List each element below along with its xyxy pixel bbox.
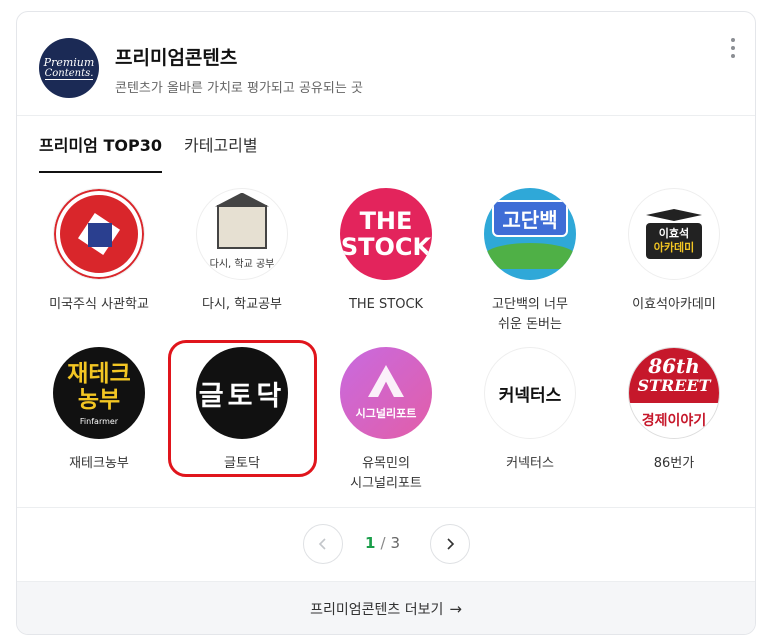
channel-thumbnail: 이효석 아카데미 (628, 188, 720, 280)
channel-thumbnail: 글토닥 (196, 347, 288, 439)
chevron-right-icon (447, 538, 455, 550)
thumbnail-text: Finfarmer (79, 416, 119, 426)
channel-thumbnail: 다시, 학교 공부 (196, 188, 288, 280)
thumbnail-text: 86th (648, 354, 700, 379)
current-page: 1 (365, 534, 376, 552)
logo-text-2: Contents. (44, 67, 94, 80)
page-subtitle: 콘텐츠가 올바른 가치로 평가되고 공유되는 곳 (115, 81, 363, 96)
channel-item[interactable]: THE STOCK THE STOCK (316, 188, 456, 315)
page-title[interactable]: 프리미엄콘텐츠 (115, 43, 237, 70)
total-pages: 3 (390, 534, 401, 552)
thumbnail-text: STOCK (340, 233, 432, 261)
card-header: Premium Contents. 프리미엄콘텐츠 콘텐츠가 올바른 가치로 평… (17, 12, 755, 115)
channel-name: 유목민의 시그널리포트 (350, 456, 422, 491)
channel-thumbnail: 고단백 (484, 188, 576, 280)
channel-item[interactable]: 다시, 학교 공부 다시, 학교공부 (172, 188, 312, 315)
logo-text-1: Premium (43, 55, 95, 69)
graduation-cap-icon (646, 209, 702, 221)
channel-thumbnail: 커넥터스 (484, 347, 576, 439)
channel-thumbnail: 86th STREET 경제이야기 (628, 347, 720, 439)
footer-label: 프리미엄콘텐츠 더보기 (310, 602, 444, 618)
premium-contents-logo[interactable]: Premium Contents. (39, 38, 99, 98)
channel-thumbnail (53, 188, 145, 280)
next-page-button[interactable] (430, 524, 470, 564)
page-separator: / (380, 534, 386, 552)
channel-item[interactable]: 이효석 아카데미 이효석아카데미 (604, 188, 744, 315)
channel-item-highlighted[interactable]: 글토닥 글토닥 (172, 347, 312, 474)
channel-thumbnail: 시그널리포트 (340, 347, 432, 439)
channel-name: 고단백의 너무 쉬운 돈버는 (492, 297, 568, 332)
thumbnail-text: 시그널리포트 (355, 407, 417, 420)
channel-item[interactable]: 고단백 고단백의 너무 쉬운 돈버는 (460, 188, 600, 335)
channel-name: 커넥터스 (506, 456, 554, 471)
thumbnail-text: 고단백 (492, 199, 568, 237)
channel-item[interactable]: 시그널리포트 유목민의 시그널리포트 (316, 347, 456, 494)
school-icon (217, 204, 267, 249)
channel-name: 이효석아카데미 (632, 297, 716, 312)
thumbnail-text: 이효석 (658, 227, 690, 240)
thumbnail-text: 아카데미 (653, 241, 695, 254)
thumbnail-text: 글토닥 (198, 380, 286, 412)
channel-name: 86번가 (653, 456, 695, 471)
channel-thumbnail: 재테크 농부 Finfarmer (53, 347, 145, 439)
channel-item[interactable]: 재테크 농부 Finfarmer 재테크농부 (29, 347, 169, 474)
premium-contents-card: Premium Contents. 프리미엄콘텐츠 콘텐츠가 올바른 가치로 평… (16, 11, 756, 635)
thumbnail-text: 커넥터스 (498, 385, 562, 406)
channel-name: 글토닥 (224, 456, 260, 471)
signal-logo-icon (368, 365, 404, 397)
thumbnail-text: 경제이야기 (641, 413, 707, 430)
prev-page-button[interactable] (303, 524, 343, 564)
chevron-left-icon (318, 538, 326, 550)
thumbnail-text: 다시, 학교 공부 (209, 258, 275, 270)
more-options-icon[interactable] (727, 38, 739, 58)
tab-category[interactable]: 카테고리별 (184, 116, 258, 172)
pagination: 1/3 (17, 524, 755, 564)
channel-name: THE STOCK (348, 297, 424, 312)
channel-name: 미국주식 사관학교 (49, 297, 149, 312)
thumbnail-text: 재테크 (67, 360, 131, 387)
channel-name: 다시, 학교공부 (201, 297, 283, 312)
thumbnail-text: 농부 (77, 386, 121, 413)
thumbnail-text: STREET (637, 376, 711, 396)
channel-name: 재테크농부 (69, 456, 129, 471)
page-indicator: 1/3 (365, 534, 400, 552)
more-premium-contents-link[interactable]: 프리미엄콘텐츠 더보기 → (17, 581, 755, 634)
tab-premium-top30[interactable]: 프리미엄 TOP30 (39, 116, 162, 173)
tab-bar: 프리미엄 TOP30 카테고리별 (39, 116, 258, 173)
channel-item[interactable]: 86th STREET 경제이야기 86번가 (604, 347, 744, 474)
channel-thumbnail: THE STOCK (340, 188, 432, 280)
thumbnail-text: THE (359, 207, 413, 235)
channel-item[interactable]: 커넥터스 커넥터스 (460, 347, 600, 474)
arrow-right-icon: → (449, 600, 462, 618)
grass-icon (484, 242, 576, 269)
channel-item[interactable]: 미국주식 사관학교 (29, 188, 169, 315)
divider (17, 507, 755, 508)
